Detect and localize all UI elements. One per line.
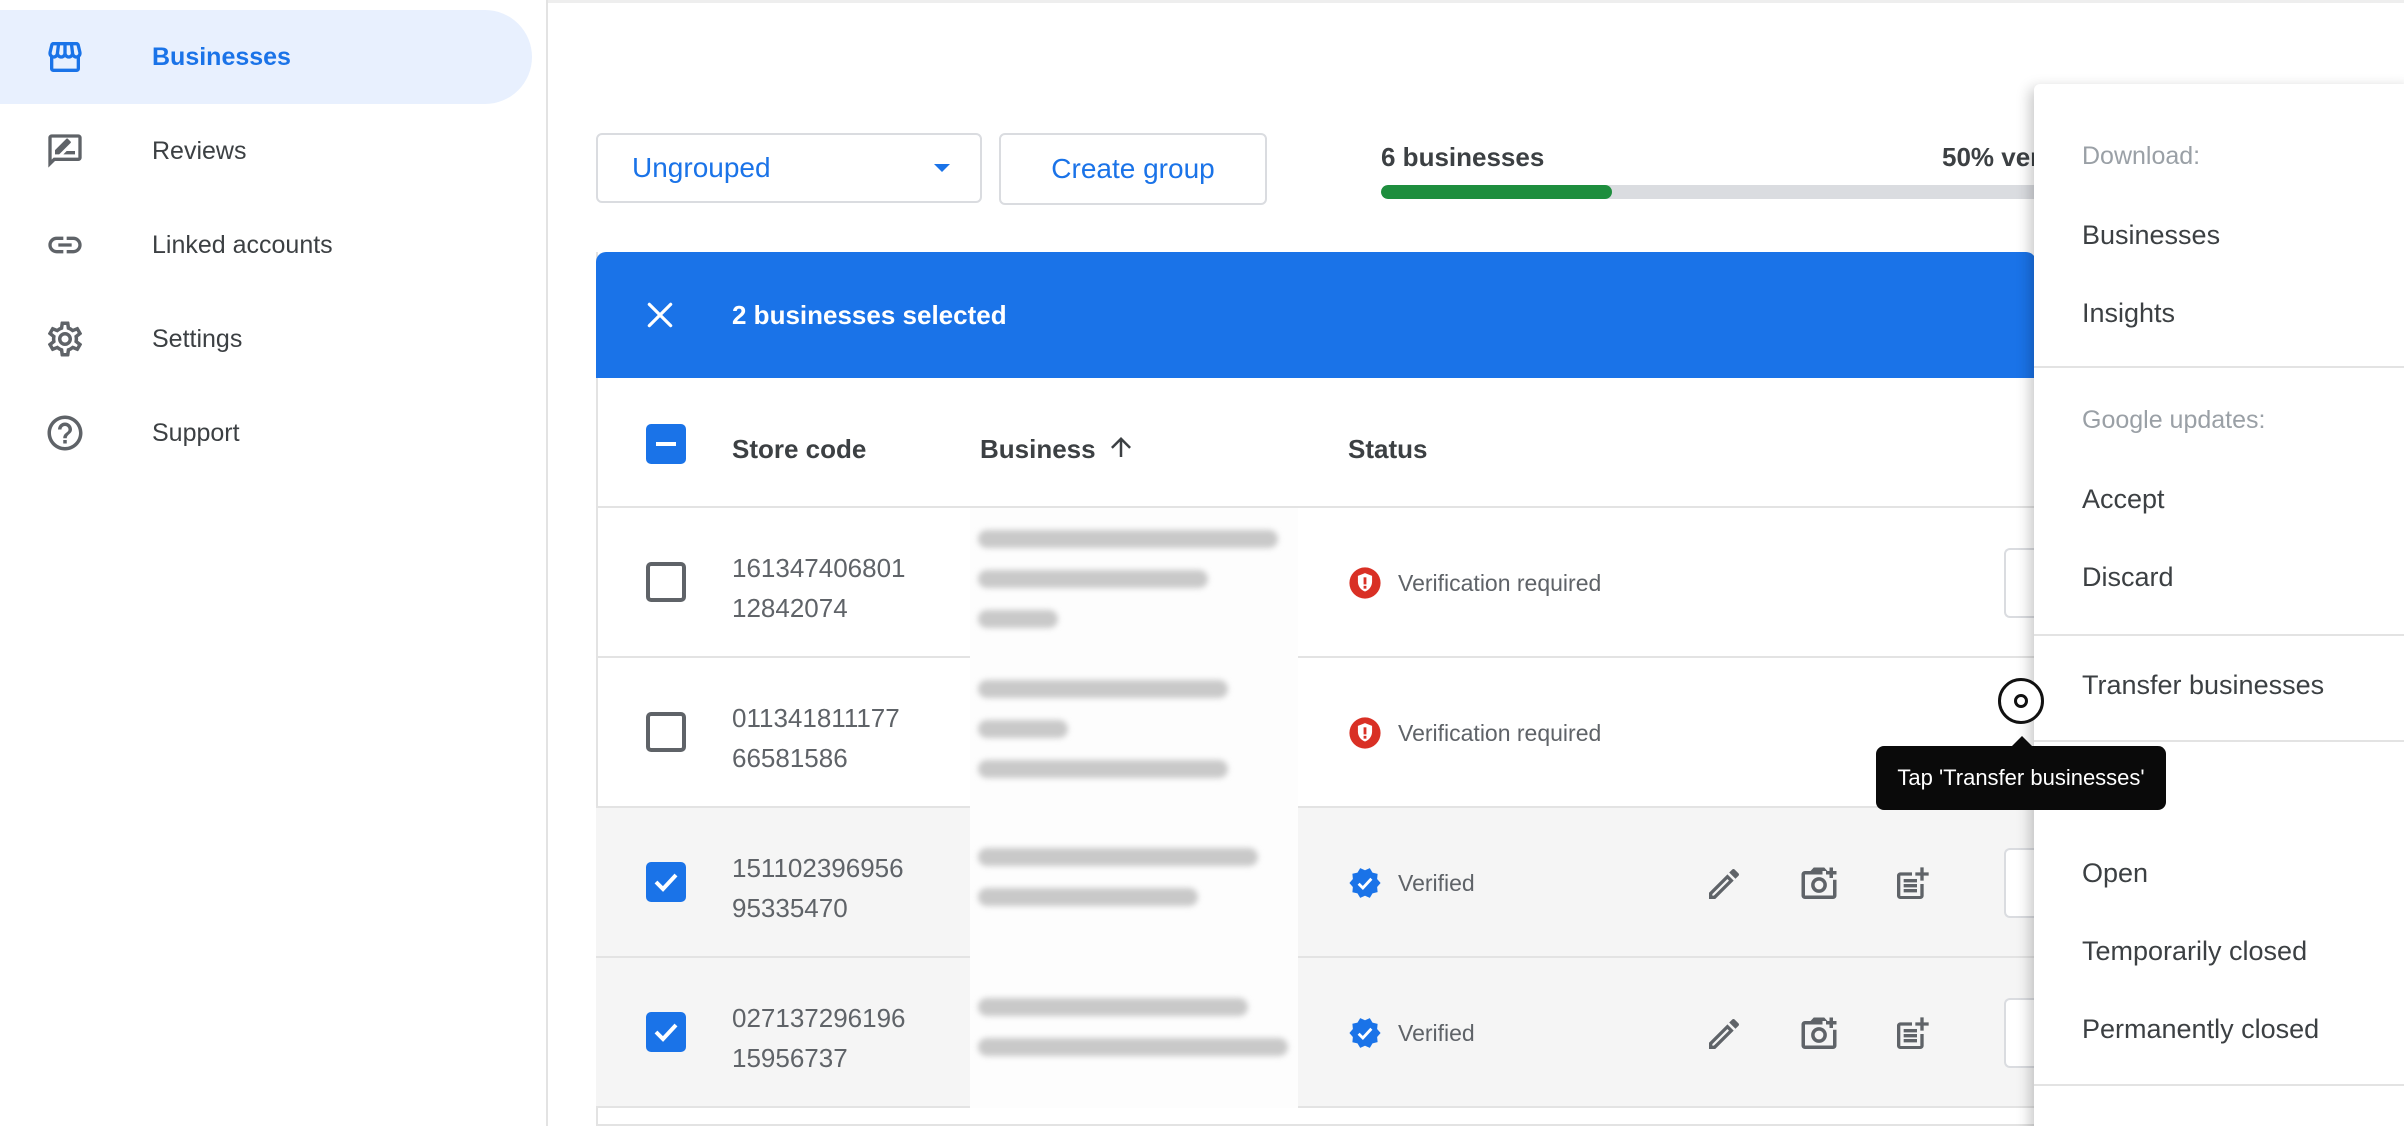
sidebar-item-support[interactable]: Support [0,386,532,480]
edit-pencil-icon[interactable] [1704,1014,1744,1054]
table-row[interactable]: 011341811177 66581586 Verification requi… [596,658,2036,808]
gear-icon [44,318,86,360]
status-text: Verification required [1398,719,1602,746]
progress-percent-label: 50% ver [1942,142,2041,172]
menu-heading-download: Download: [2082,142,2201,170]
actions-menu: Download: Businesses Insights Google upd… [2034,84,2404,1126]
store-code-line: 027137296196 [732,1003,906,1033]
menu-item-discard[interactable]: Discard [2082,562,2174,593]
group-select[interactable]: Ungrouped [596,133,982,203]
store-code: 011341811177 66581586 [732,698,932,778]
select-all-checkbox[interactable] [646,424,686,464]
status-text: Verified [1398,1019,1475,1046]
business-name-redacted [970,958,1298,1108]
table-header: Store code Business Status [596,378,2036,508]
status-badge: Verification required [1348,566,1601,600]
top-divider [548,0,2404,3]
status-badge: Verified [1348,1016,1475,1050]
table-row[interactable]: 027137296196 15956737 Verified [596,958,2044,1108]
store-code-line: 95335470 [732,893,848,923]
sidebar-item-linked-accounts[interactable]: Linked accounts [0,198,532,292]
selection-count: 2 businesses selected [732,300,1007,330]
caret-down-icon [934,164,950,172]
menu-heading-google-updates: Google updates: [2082,406,2266,434]
sidebar-item-label: Reviews [152,136,247,165]
add-photo-icon[interactable] [1798,864,1838,904]
store-code-line: 161347406801 [732,553,906,583]
store-code-line: 66581586 [732,743,848,773]
status-text: Verified [1398,869,1475,896]
menu-divider [2034,634,2404,636]
store-code-line: 15956737 [732,1043,848,1073]
store-code: 161347406801 12842074 [732,548,932,628]
menu-item-download-insights[interactable]: Insights [2082,298,2175,329]
sidebar-item-businesses[interactable]: Businesses [0,10,532,104]
warning-shield-icon [1349,567,1381,599]
instruction-tooltip: Tap 'Transfer businesses' [1876,736,2166,810]
close-icon[interactable] [644,299,676,331]
link-icon [44,224,86,266]
menu-item-open[interactable]: Open [2082,858,2148,889]
add-post-icon[interactable] [1892,864,1932,904]
verification-progress-bar [1381,185,2041,199]
status-badge: Verified [1348,866,1475,900]
status-text: Verification required [1398,569,1602,596]
business-name-redacted [970,808,1298,958]
verified-check-icon [1349,868,1381,898]
warning-shield-icon [1349,717,1381,749]
create-group-button[interactable]: Create group [999,133,1267,205]
sidebar-item-label: Businesses [152,42,291,71]
sort-arrow-up-icon[interactable] [1106,432,1136,467]
verified-check-icon [1349,1018,1381,1048]
menu-item-accept[interactable]: Accept [2082,484,2165,515]
sidebar-item-label: Support [152,418,240,447]
row-checkbox[interactable] [646,1012,686,1052]
status-badge: Verification required [1348,716,1601,750]
menu-divider [2034,740,2404,742]
menu-divider [2034,1084,2404,1086]
store-code: 151102396956 95335470 [732,848,932,928]
add-photo-icon[interactable] [1798,1014,1838,1054]
indeterminate-icon [656,442,676,446]
store-code-line: 151102396956 [732,853,904,883]
sidebar-item-label: Linked accounts [152,230,333,259]
store-code: 027137296196 15956737 [732,998,932,1078]
store-code-line: 12842074 [732,593,848,623]
storefront-icon [44,36,86,78]
row-checkbox[interactable] [646,862,686,902]
menu-item-transfer-businesses[interactable]: Transfer businesses [2082,670,2324,701]
column-header-store-code[interactable]: Store code [732,434,866,465]
checkmark-icon [654,1023,678,1042]
column-header-business[interactable]: Business [980,434,1096,465]
rate-review-icon [44,130,86,172]
sidebar-item-reviews[interactable]: Reviews [0,104,532,198]
sidebar-item-label: Settings [152,324,243,353]
selection-bar: 2 businesses selected [596,252,2036,378]
business-name-redacted [970,658,1298,808]
tap-target-icon [1998,678,2044,724]
menu-item-download-businesses[interactable]: Businesses [2082,220,2220,251]
menu-divider [2034,366,2404,368]
edit-pencil-icon[interactable] [1704,864,1744,904]
sidebar-item-settings[interactable]: Settings [0,292,532,386]
store-code-line: 011341811177 [732,703,900,733]
add-post-icon[interactable] [1892,1014,1932,1054]
row-checkbox[interactable] [646,562,686,602]
help-circle-icon [44,412,86,454]
menu-item-permanently-closed[interactable]: Permanently closed [2082,1014,2319,1045]
table-row[interactable]: 161347406801 12842074 Verification requi… [596,508,2044,658]
sidebar: Businesses Reviews Linked accounts Setti… [0,0,548,1126]
business-name-redacted [970,508,1298,658]
group-select-value: Ungrouped [632,152,771,183]
progress-fill [1381,185,1612,199]
row-checkbox[interactable] [646,712,686,752]
column-header-status[interactable]: Status [1348,434,1427,465]
progress-label: 6 businesses [1381,142,1545,172]
checkmark-icon [654,873,678,892]
menu-item-temporarily-closed[interactable]: Temporarily closed [2082,936,2307,967]
table-row[interactable]: 151102396956 95335470 Verified [596,808,2044,958]
